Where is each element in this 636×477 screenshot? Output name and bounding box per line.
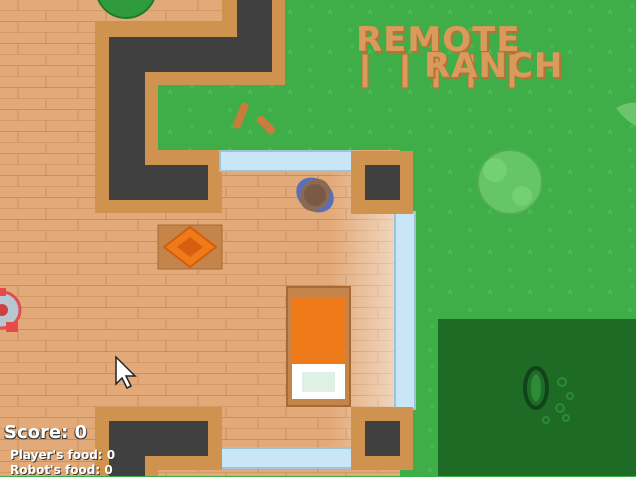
- bush-icon: [477, 149, 543, 215]
- window-bottom: [219, 447, 354, 469]
- window-top: [219, 150, 354, 172]
- wall-pillar-top-core: [365, 165, 400, 200]
- bed-blanket: [291, 297, 346, 365]
- window-right: [394, 211, 416, 410]
- wall-pillar-bottom-core: [365, 421, 400, 456]
- score-label: Score: 0: [4, 422, 88, 443]
- sign-title-line2: RANCH: [424, 46, 564, 86]
- player-food-label: Player's food: 0: [10, 448, 116, 462]
- bed-pillow: [302, 372, 335, 392]
- robot-food-label: Robot's food: 0: [10, 463, 113, 477]
